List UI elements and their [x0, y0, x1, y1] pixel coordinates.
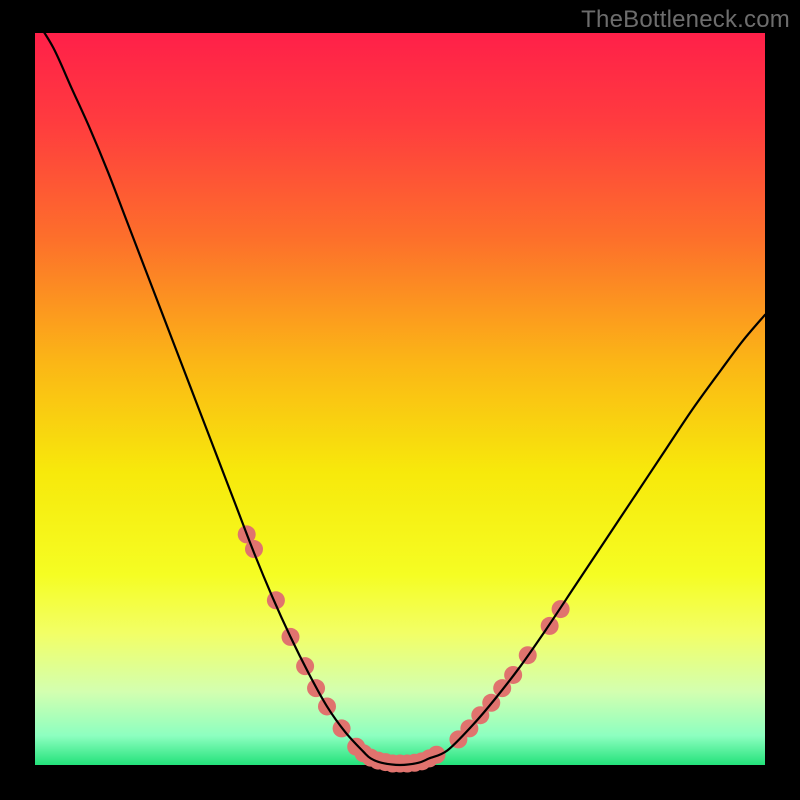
plot-background — [35, 33, 765, 765]
bottleneck-chart — [0, 0, 800, 800]
watermark-text: TheBottleneck.com — [581, 6, 790, 34]
data-dot — [428, 746, 446, 764]
